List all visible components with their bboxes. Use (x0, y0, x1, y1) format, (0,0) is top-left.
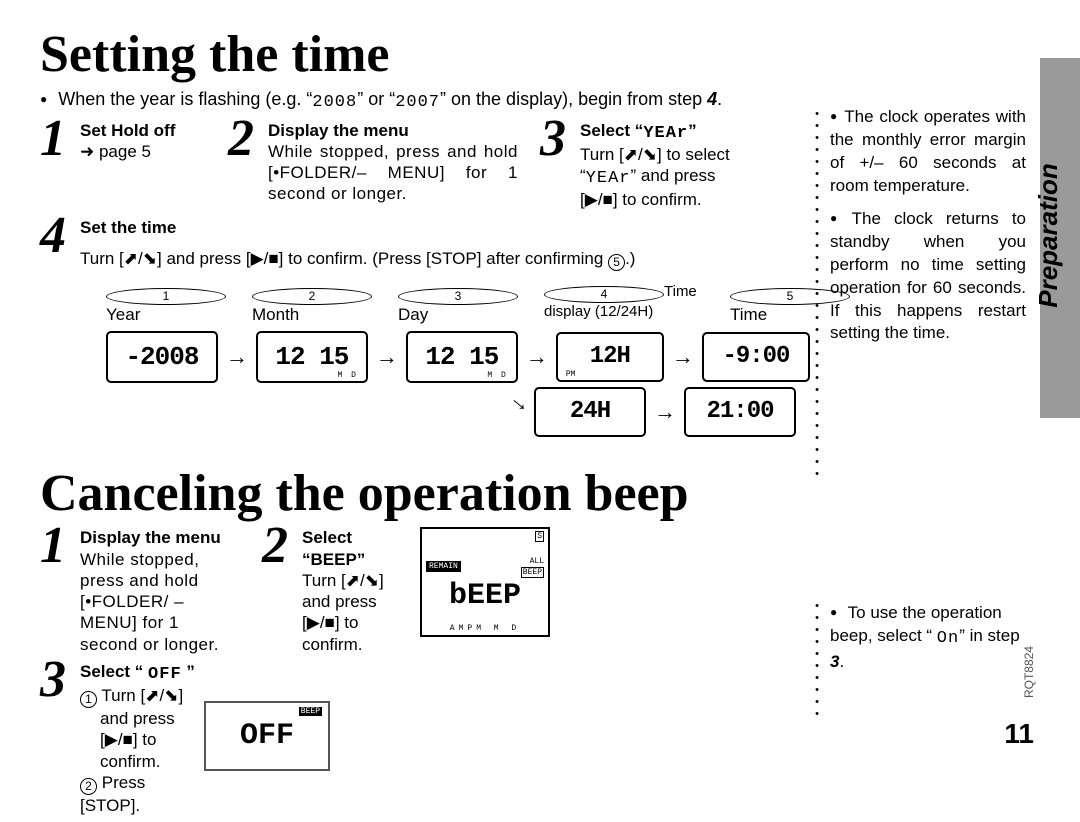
step-number: 2 (228, 120, 262, 158)
play-icon (251, 249, 264, 268)
step-heading: Set the time (80, 217, 635, 238)
steps-row-1: 1 Set Hold off ➜ page 5 2 Display the me… (40, 120, 810, 217)
up-icon (145, 686, 159, 705)
heading-cancel-beep: Canceling the operation beep (40, 467, 1052, 522)
step-text: While stopped, press and hold [•FOLDER/ … (80, 550, 219, 654)
lcd-row-2: → 24H → 21:00 (510, 387, 810, 437)
play-icon (105, 730, 118, 749)
dotted-divider: •••••••••• (814, 600, 820, 720)
lcd-year: -2008 (106, 331, 218, 383)
step-text: Turn [/] and press [/] to confirm. (Pres… (80, 249, 635, 268)
step-text: [/] to confirm. (580, 190, 702, 209)
down-icon (643, 145, 657, 164)
side-note: The clock returns to standby when you pe… (830, 208, 1026, 346)
lcd-time-12: -9:00 (702, 332, 810, 382)
step-number: 1 (40, 527, 74, 565)
step-1: 1 Set Hold off ➜ page 5 (40, 120, 216, 211)
step-text: Turn [/] (302, 571, 384, 590)
step-number: 1 (40, 120, 74, 158)
step-3: 3 Select “YEAr” Turn [/] to select “YEAr… (540, 120, 790, 211)
step-text: [/] to (302, 613, 358, 632)
stop-icon (268, 249, 278, 268)
step-text: ➜ page 5 (80, 142, 151, 161)
step-number: 3 (40, 661, 74, 699)
up-icon (624, 145, 638, 164)
stop-icon (603, 190, 613, 209)
lcd-time-24: 21:00 (684, 387, 796, 437)
step-text: and press (100, 708, 175, 729)
cancel-beep-section: 1 Display the menu While stopped, press … (40, 527, 810, 822)
heading-setting-time: Setting the time (40, 28, 1052, 83)
step-text: While stopped, press and hold [•FOLDER/–… (268, 141, 518, 205)
lcd-row-1: -2008 → 12 15M D → 12 15M D → 12HPM → -9… (106, 331, 810, 383)
circled-2-icon: 2 (80, 778, 97, 795)
intro-note: When the year is flashing (e.g. “2008” o… (40, 89, 810, 112)
step-heading: Select “BEEP” (302, 527, 412, 570)
up-icon (346, 571, 360, 590)
side-note: The clock operates with the monthly erro… (830, 106, 1026, 198)
arrow-down-icon: → (504, 385, 538, 419)
circled-1-icon: 1 (80, 691, 97, 708)
page-number: 11 (1004, 718, 1034, 750)
step-heading: Select “YEAr” (580, 120, 730, 144)
step-text: confirm. (100, 751, 160, 772)
lcd-month: 12 15M D (256, 331, 368, 383)
play-icon (585, 190, 598, 209)
side-note: To use the operation beep, select “ On” … (830, 602, 1026, 674)
lcd-24h: 24H (534, 387, 646, 437)
step-text: confirm. (302, 635, 362, 654)
step-number: 4 (40, 217, 74, 255)
circled-1-icon: 1 (106, 288, 226, 305)
step-text: and press (302, 592, 377, 611)
down-icon (365, 571, 379, 590)
step-number: 3 (540, 120, 574, 158)
circled-5-icon: 5 (608, 254, 625, 271)
step-number: 2 (262, 527, 296, 565)
arrow-icon: → (654, 399, 676, 425)
step-heading: Select “ OFF ” (80, 661, 200, 685)
stop-icon (325, 613, 335, 632)
step-text: Turn [/] to select (580, 145, 730, 164)
side-notes-a: The clock operates with the monthly erro… (830, 106, 1026, 355)
beep-step-3: 3 Select “ OFF ” 1 Turn [/] and press [/… (40, 661, 330, 816)
play-icon (307, 613, 320, 632)
step-heading: Display the menu (268, 120, 518, 141)
step-text: “YEAr” and press (580, 166, 716, 185)
dotted-divider: ••••••••••••••••••••••••••••••• (814, 108, 820, 480)
steps-row-2: 4 Set the time Turn [/] and press [/] to… (40, 217, 810, 277)
circled-4-icon: 4 (544, 286, 664, 303)
step-heading: Set Hold off (80, 120, 175, 141)
lcd-day: 12 15M D (406, 331, 518, 383)
lcd-off: BEEP OFF (204, 701, 330, 771)
lcd-beep-menu: S REMAIN ALL BEEP bEEP AMPM M D (420, 527, 550, 637)
arrow-icon: → (526, 344, 548, 370)
step-4: 4 Set the time Turn [/] and press [/] to… (40, 217, 635, 271)
down-icon (143, 249, 157, 268)
circled-2-icon: 2 (252, 288, 372, 305)
beep-step-2: 2 Select “BEEP” Turn [/] and press [/] t… (262, 527, 562, 655)
circled-3-icon: 3 (398, 288, 518, 305)
arrow-icon: → (226, 344, 248, 370)
step-text: 2 Press [STOP]. (80, 773, 145, 815)
step-2: 2 Display the menu While stopped, press … (228, 120, 528, 211)
arrow-icon: → (672, 344, 694, 370)
lcd-12h: 12HPM (556, 332, 664, 382)
lcd-labels: 1Year 2Month 3Day 4Time display (12/24H)… (106, 283, 810, 325)
beep-steps: 1 Display the menu While stopped, press … (40, 527, 810, 822)
section-tab-label: Preparation (1032, 163, 1063, 308)
step-text: 1 Turn [/] (80, 686, 183, 705)
down-icon (164, 686, 178, 705)
up-icon (124, 249, 138, 268)
stop-icon (123, 730, 133, 749)
step-text: [/] to (100, 729, 156, 750)
step-heading: Display the menu (80, 527, 240, 548)
side-notes-b: To use the operation beep, select “ On” … (830, 602, 1026, 684)
arrow-icon: → (376, 344, 398, 370)
setting-time-section: When the year is flashing (e.g. “2008” o… (40, 89, 810, 437)
beep-step-1: 1 Display the menu While stopped, press … (40, 527, 250, 655)
